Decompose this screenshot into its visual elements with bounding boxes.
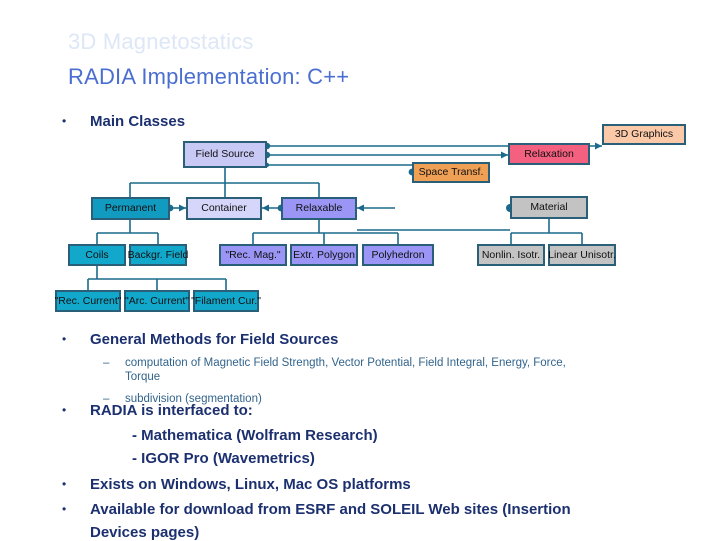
node-field-source[interactable]: Field Source [183, 141, 267, 168]
node-label: 3D Graphics [614, 128, 674, 141]
node-nonlin-isotr[interactable]: Nonlin. Isotr. [477, 244, 545, 266]
node-backgr-field[interactable]: Backgr. Field [127, 244, 189, 266]
node-label: Space Transf. [418, 166, 484, 179]
subbullet-computation: – computation of Magnetic Field Strength… [103, 356, 685, 384]
bullet-radia-interfaced: • RADIA is interfaced to: [62, 402, 253, 419]
bullet-available-download-cont-label: Devices pages) [90, 524, 200, 541]
bullet-available-download-label: Available for download from ESRF and SOL… [90, 501, 571, 518]
subbullet-computation-line-1: computation of Magnetic Field Strength, … [125, 357, 566, 369]
interface-igor-pro: - IGOR Pro (Wavemetrics) [132, 450, 315, 467]
node-relaxation[interactable]: Relaxation [508, 143, 590, 165]
node-space-transf[interactable]: Space Transf. [412, 162, 490, 183]
slide-canvas: 3D Magnetostatics RADIA Implementation: … [0, 0, 720, 541]
node-extr-polygon[interactable]: Extr. Polygon [290, 244, 358, 266]
subbullet-computation-line-2: Torque [125, 371, 161, 383]
node-label: Relaxation [524, 147, 574, 160]
node-linear-unisotr[interactable]: Linear Unisotr. [548, 244, 616, 266]
node-coils[interactable]: Coils [68, 244, 126, 266]
bullet-marker-icon: • [62, 403, 67, 417]
node-label: Field Source [195, 148, 255, 161]
node-container[interactable]: Container [186, 197, 262, 220]
node-label: Extr. Polygon [293, 248, 355, 261]
dash-marker-icon: – [103, 357, 110, 369]
diagram-connectors [87, 142, 602, 290]
node-label: Material [530, 201, 568, 214]
bullet-available-download-cont: Devices pages) [90, 524, 199, 541]
node-arc-current[interactable]: "Arc. Current" [124, 290, 190, 312]
node-label: Container [201, 202, 247, 215]
node-3d-graphics[interactable]: 3D Graphics [602, 124, 686, 145]
node-permanent[interactable]: Permanent [91, 197, 170, 220]
node-label: "Rec. Current" [54, 294, 122, 307]
class-hierarchy-diagram: Field Source 3D Graphics Relaxation Spac… [0, 0, 720, 330]
interface-mathematica: - Mathematica (Wolfram Research) [132, 427, 378, 444]
node-relaxable[interactable]: Relaxable [281, 197, 357, 220]
bullet-marker-icon: • [62, 477, 67, 491]
bullet-general-methods-label: General Methods for Field Sources [90, 331, 339, 348]
node-material[interactable]: Material [510, 196, 588, 219]
bullet-general-methods: • General Methods for Field Sources [62, 331, 339, 348]
node-label: Linear Unisotr. [548, 248, 616, 261]
bullet-exists-on: • Exists on Windows, Linux, Mac OS platf… [62, 476, 411, 493]
node-label: Nonlin. Isotr. [481, 248, 541, 261]
node-rec-mag[interactable]: "Rec. Mag." [219, 244, 287, 266]
node-rec-current[interactable]: "Rec. Current" [54, 290, 122, 312]
node-label: Relaxable [295, 202, 343, 215]
bullet-marker-icon: • [62, 502, 67, 516]
bullet-available-download: • Available for download from ESRF and S… [62, 501, 571, 518]
bullet-radia-interfaced-label: RADIA is interfaced to: [90, 402, 253, 419]
node-filament-cur[interactable]: "Filament Cur." [191, 290, 261, 312]
node-label: "Arc. Current" [124, 294, 190, 307]
node-label: Polyhedron [371, 248, 425, 261]
node-label: Permanent [104, 202, 157, 215]
node-label: Backgr. Field [127, 248, 189, 261]
node-label: "Filament Cur." [191, 294, 261, 307]
node-polyhedron[interactable]: Polyhedron [362, 244, 434, 266]
node-label: "Rec. Mag." [225, 248, 281, 261]
bullet-marker-icon: • [62, 332, 67, 346]
bullet-exists-on-label: Exists on Windows, Linux, Mac OS platfor… [90, 476, 411, 493]
node-label: Coils [85, 248, 109, 261]
